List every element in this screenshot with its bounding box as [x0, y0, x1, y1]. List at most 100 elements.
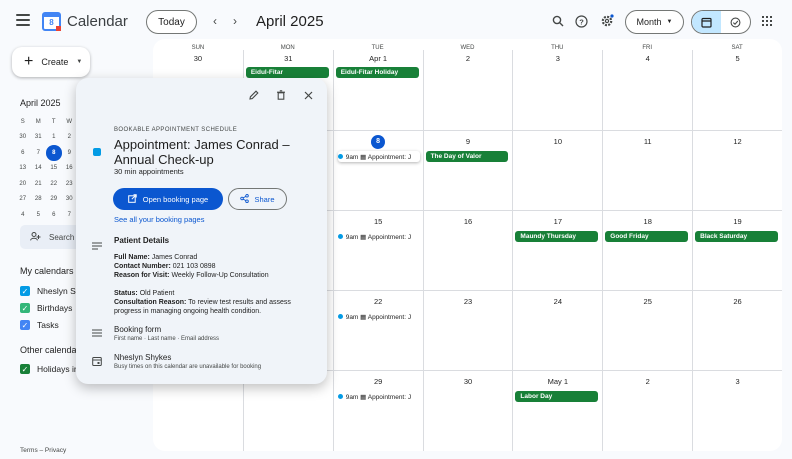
day-cell[interactable]: 22 9am ▦ Appointment: J [332, 291, 423, 370]
day-number[interactable]: 30 [424, 375, 513, 389]
google-apps-icon[interactable] [762, 16, 772, 26]
mini-day[interactable]: 31 [31, 130, 47, 146]
day-cell[interactable]: 9 The Day of Valor [422, 131, 513, 210]
day-cell[interactable]: 3 [512, 50, 602, 130]
day-cell[interactable]: 19 Black Saturday [692, 211, 782, 290]
day-number[interactable]: 9 [424, 135, 513, 149]
mini-day[interactable]: 15 [46, 161, 62, 177]
day-number[interactable]: 30 [153, 52, 243, 66]
day-number[interactable]: 8 [371, 135, 386, 149]
day-number[interactable]: 15 [334, 215, 423, 229]
mini-day[interactable]: 20 [15, 176, 31, 192]
mini-day[interactable]: 5 [31, 207, 47, 223]
day-number[interactable]: 25 [603, 295, 692, 309]
mini-day[interactable]: 7 [62, 207, 78, 223]
mini-day[interactable]: 7 [31, 145, 47, 161]
delete-trash-icon[interactable] [274, 88, 288, 102]
day-cell[interactable]: 8 9am ▦ Appointment: J [332, 131, 423, 210]
all-day-event[interactable]: Eidul-Fitar [245, 67, 329, 78]
day-number[interactable]: 10 [513, 135, 602, 149]
timed-appointment-event[interactable]: 9am ▦ Appointment: J [337, 231, 420, 242]
all-day-event[interactable]: Good Friday [605, 231, 689, 242]
all-booking-pages-link[interactable]: See all your booking pages [114, 215, 204, 224]
all-day-event[interactable]: The Day of Valor [425, 151, 509, 162]
all-day-event[interactable]: Maundy Thursday [515, 231, 599, 242]
mini-day[interactable]: 1 [46, 130, 62, 146]
create-button[interactable]: + Create ▼ [12, 47, 90, 77]
day-number[interactable]: 29 [334, 375, 423, 389]
day-number[interactable]: 4 [603, 52, 692, 66]
help-icon[interactable]: ? [573, 13, 589, 29]
timed-appointment-event[interactable]: 9am ▦ Appointment: J [337, 151, 420, 162]
mini-day[interactable]: 21 [31, 176, 47, 192]
mini-day[interactable]: 28 [31, 192, 47, 208]
view-selector-button[interactable]: Month ▼ [625, 10, 684, 34]
day-number[interactable]: Apr 1 [334, 52, 423, 66]
day-cell[interactable]: 10 [512, 131, 602, 210]
day-cell[interactable]: 17 Maundy Thursday [512, 211, 602, 290]
day-number[interactable]: 16 [424, 215, 513, 229]
day-number[interactable]: 2 [424, 52, 513, 66]
checkbox-check-icon[interactable]: ✓ [20, 286, 30, 296]
day-cell[interactable]: 18 Good Friday [602, 211, 692, 290]
mini-day[interactable]: 30 [15, 130, 31, 146]
next-month-icon[interactable]: › [233, 14, 237, 28]
mini-day[interactable]: 2 [62, 130, 78, 146]
checkbox-check-icon[interactable]: ✓ [20, 320, 30, 330]
mini-day[interactable]: 4 [15, 207, 31, 223]
all-day-event[interactable]: Eidul-Fitar Holiday [335, 67, 419, 78]
day-cell[interactable]: 2 [602, 371, 692, 451]
day-number[interactable]: 12 [693, 135, 782, 149]
day-cell[interactable]: 30 [422, 371, 513, 451]
all-day-event[interactable]: Black Saturday [695, 231, 778, 242]
day-cell[interactable]: 3 [692, 371, 782, 451]
close-icon[interactable] [301, 88, 315, 102]
day-number[interactable]: 23 [424, 295, 513, 309]
day-number[interactable]: 18 [603, 215, 692, 229]
tasks-view-icon[interactable] [721, 11, 750, 33]
checkbox-check-icon[interactable]: ✓ [20, 303, 30, 313]
main-menu-icon[interactable] [16, 14, 30, 26]
day-cell[interactable]: 4 [602, 50, 692, 130]
day-cell[interactable]: May 1 Labor Day [512, 371, 602, 451]
mini-day[interactable]: 29 [46, 192, 62, 208]
day-number[interactable]: 3 [693, 375, 782, 389]
mini-day[interactable]: 16 [62, 161, 78, 177]
day-cell[interactable]: Apr 1 Eidul-Fitar Holiday [332, 50, 423, 130]
day-cell[interactable]: 5 [692, 50, 782, 130]
day-number[interactable]: 22 [334, 295, 423, 309]
day-number[interactable]: 31 [244, 52, 333, 66]
search-icon[interactable] [550, 13, 566, 29]
timed-appointment-event[interactable]: 9am ▦ Appointment: J [337, 311, 420, 322]
calendar-view-icon[interactable] [692, 11, 721, 33]
timed-appointment-event[interactable]: 9am ▦ Appointment: J [337, 391, 420, 402]
day-cell[interactable]: 2 [422, 50, 513, 130]
mini-day[interactable]: 23 [62, 176, 78, 192]
day-cell[interactable]: 25 [602, 291, 692, 370]
checkbox-check-icon[interactable]: ✓ [20, 364, 30, 374]
day-number[interactable]: 24 [513, 295, 602, 309]
other-calendars-heading[interactable]: Other calendars [20, 345, 84, 355]
day-number[interactable]: 2 [603, 375, 692, 389]
day-cell[interactable]: 15 9am ▦ Appointment: J [332, 211, 423, 290]
day-number[interactable]: 3 [513, 52, 602, 66]
day-number[interactable]: 19 [693, 215, 782, 229]
day-number[interactable]: 11 [603, 135, 692, 149]
share-button[interactable]: Share [228, 188, 287, 210]
mini-day[interactable]: 22 [46, 176, 62, 192]
day-cell[interactable]: 24 [512, 291, 602, 370]
mini-day[interactable]: 30 [62, 192, 78, 208]
previous-month-icon[interactable]: ‹ [213, 14, 217, 28]
day-cell[interactable]: 11 [602, 131, 692, 210]
edit-pencil-icon[interactable] [247, 88, 261, 102]
day-cell[interactable]: 12 [692, 131, 782, 210]
mini-day[interactable]: 13 [15, 161, 31, 177]
mini-day[interactable]: 27 [15, 192, 31, 208]
mini-day[interactable]: 6 [15, 145, 31, 161]
calendar-list-item[interactable]: ✓ Birthdays [20, 303, 72, 313]
mini-day[interactable]: 8 [46, 145, 62, 161]
day-number[interactable]: 26 [693, 295, 782, 309]
mini-day[interactable]: 6 [46, 207, 62, 223]
day-cell[interactable]: 29 9am ▦ Appointment: J [332, 371, 423, 451]
all-day-event[interactable]: Labor Day [515, 391, 599, 402]
